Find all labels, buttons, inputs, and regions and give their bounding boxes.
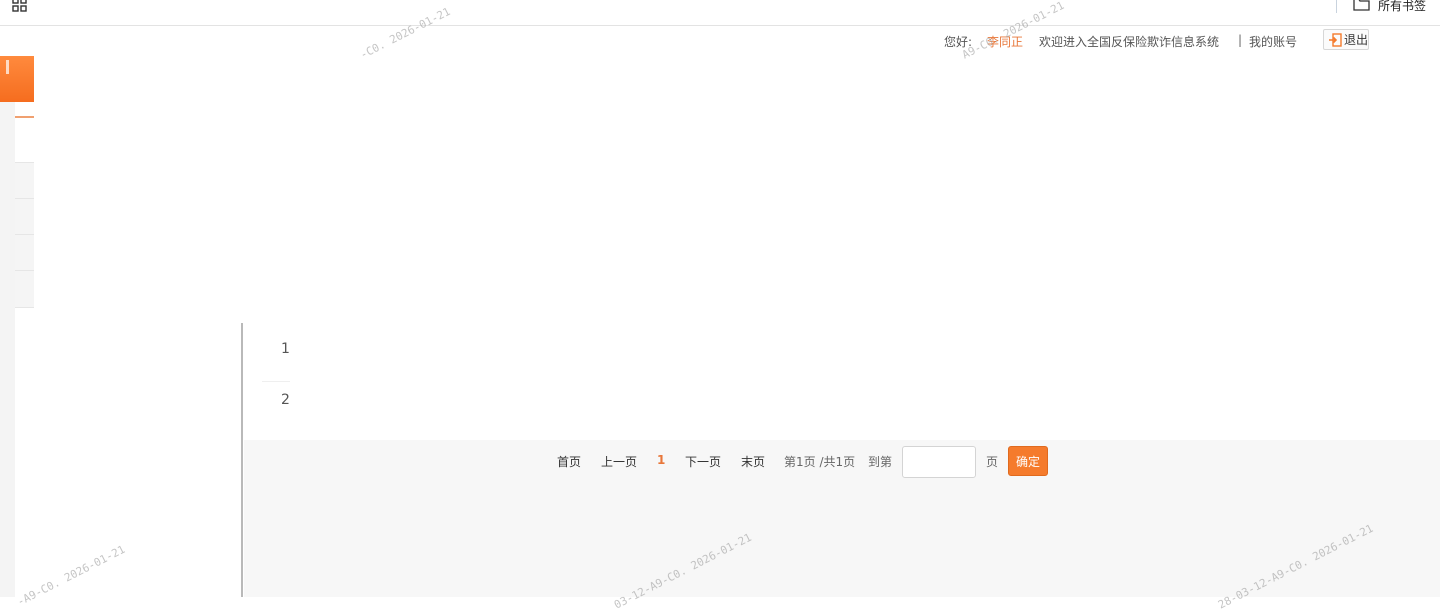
table-area [244,323,1440,440]
sidebar-strip [0,56,15,597]
logout-button[interactable]: 退出 [1323,29,1369,50]
goto-page-input[interactable] [902,446,976,478]
goto-page-unit: 页 [986,455,999,469]
prev-page-link[interactable]: 上一页 [601,453,637,470]
current-page-number[interactable]: 1 [657,453,665,467]
apps-grid-icon[interactable] [12,0,28,13]
watermark-text: -A9-C0. 2026-01-21 [15,542,128,609]
sidebar-tab-marker [6,60,9,74]
row-number: 1 [281,341,290,357]
page-info-text: 第1页 /共1页 [784,455,856,469]
sidebar-row[interactable] [15,270,34,308]
next-page-link[interactable]: 下一页 [685,453,721,470]
username-text: 李同正 [987,35,1024,49]
last-page-link[interactable]: 末页 [741,453,765,470]
greeting-text: 您好: [944,35,973,49]
pane-splitter[interactable] [241,323,243,597]
sidebar-row[interactable] [15,162,34,198]
goto-page-label: 到第 [868,455,893,469]
folder-icon[interactable] [1353,0,1371,11]
bookmarks-bar [0,0,1440,26]
logout-label: 退出 [1344,33,1369,47]
row-number: 2 [281,392,290,408]
sidebar-tab-underline [15,116,34,118]
sidebar-row[interactable] [15,198,34,234]
bookmarks-divider [1336,0,1337,13]
logout-icon [1329,32,1342,47]
all-bookmarks-link[interactable]: 所有书签 [1378,0,1426,14]
welcome-text: 欢迎进入全国反保险欺诈信息系统 [1039,35,1220,49]
header-separator: | [1238,33,1243,47]
first-page-link[interactable]: 首页 [557,453,581,470]
my-account-link[interactable]: 我的账号 [1249,33,1297,50]
sidebar-row[interactable] [15,234,34,270]
confirm-goto-button[interactable]: 确定 [1008,446,1048,476]
